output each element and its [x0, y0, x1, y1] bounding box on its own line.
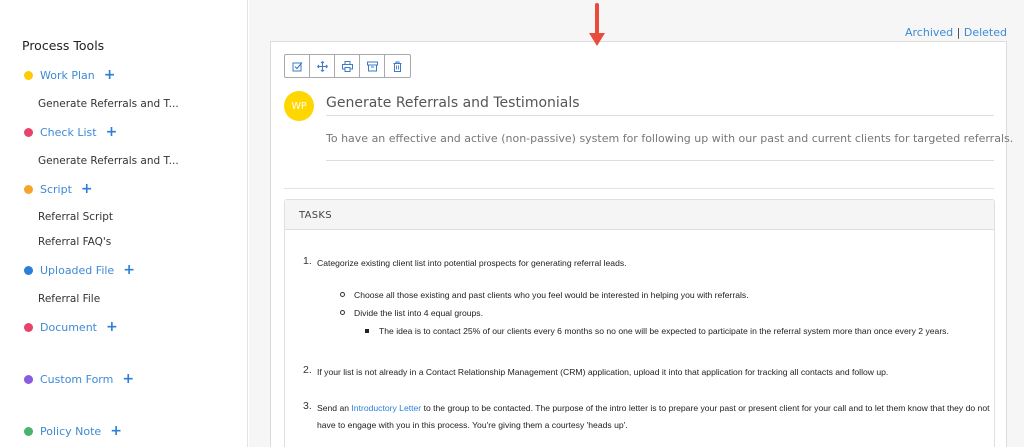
tool-document[interactable]: Document + — [24, 320, 118, 334]
add-script-icon[interactable]: + — [81, 182, 93, 196]
add-custom-form-icon[interactable]: + — [122, 372, 134, 386]
link-separator: | — [956, 26, 961, 39]
policy-note-dot-icon — [24, 427, 33, 436]
task-text-after: to the group to be contacted. The purpos… — [423, 403, 990, 413]
tool-label[interactable]: Custom Form — [40, 373, 113, 386]
work-plan-dot-icon — [24, 71, 33, 80]
bullet-circle-icon — [340, 310, 345, 315]
tasks-header: TASKS — [285, 200, 994, 230]
tool-label[interactable]: Work Plan — [40, 69, 95, 82]
add-document-icon[interactable]: + — [106, 320, 118, 334]
archived-link[interactable]: Archived — [905, 26, 953, 39]
check-list-dot-icon — [24, 128, 33, 137]
tool-uploaded-file[interactable]: Uploaded File + — [24, 263, 135, 277]
tool-script[interactable]: Script + — [24, 182, 93, 196]
card-toolbar — [284, 54, 411, 78]
tool-custom-form[interactable]: Custom Form + — [24, 372, 134, 386]
sidebar-subitem[interactable]: Referral Script — [38, 211, 113, 223]
subtask-text: Divide the list into 4 equal groups. — [354, 308, 483, 318]
work-plan-card: WP Generate Referrals and Testimonials T… — [270, 41, 1013, 447]
sidebar-subitem[interactable]: Referral File — [38, 293, 100, 305]
uploaded-file-dot-icon — [24, 266, 33, 275]
red-arrow-icon — [589, 3, 605, 46]
archive-links: Archived | Deleted — [905, 26, 1007, 39]
edit-button[interactable] — [285, 55, 310, 77]
introductory-letter-link[interactable]: Introductory Letter — [351, 403, 421, 413]
task-text: Send an Introductory Letter to the group… — [317, 403, 990, 413]
avatar: WP — [284, 91, 314, 121]
main-content: Archived | Deleted WP Generate Referrals… — [249, 0, 1024, 447]
bullet-square-icon — [365, 329, 369, 333]
divider — [284, 188, 994, 189]
task-number: 2. — [303, 364, 312, 376]
print-button[interactable] — [335, 55, 360, 77]
document-dot-icon — [24, 323, 33, 332]
tool-work-plan[interactable]: Work Plan + — [24, 68, 116, 82]
task-text-before: Send an — [317, 403, 350, 413]
tasks-panel: TASKS 1. Categorize existing client list… — [284, 199, 995, 447]
tool-label[interactable]: Policy Note — [40, 425, 101, 438]
move-button[interactable] — [310, 55, 335, 77]
bullet-circle-icon — [340, 292, 345, 297]
add-uploaded-file-icon[interactable]: + — [123, 263, 135, 277]
tool-label[interactable]: Uploaded File — [40, 264, 114, 277]
work-plan-title: Generate Referrals and Testimonials — [326, 95, 580, 111]
task-text: If your list is not already in a Contact… — [317, 367, 889, 377]
sidebar-subitem[interactable]: Generate Referrals and T... — [38, 155, 179, 167]
custom-form-dot-icon — [24, 375, 33, 384]
add-work-plan-icon[interactable]: + — [104, 68, 116, 82]
subtask-text: Choose all those existing and past clien… — [354, 290, 749, 300]
task-text: Categorize existing client list into pot… — [317, 258, 627, 268]
archive-button[interactable] — [360, 55, 385, 77]
deleted-link[interactable]: Deleted — [964, 26, 1007, 39]
task-text: have to engage with you in this process.… — [317, 420, 628, 430]
trash-icon — [393, 61, 402, 72]
script-dot-icon — [24, 185, 33, 194]
sidebar-subitem[interactable]: Generate Referrals and T... — [38, 98, 179, 110]
edit-icon — [292, 61, 302, 71]
print-icon — [341, 60, 353, 72]
tool-label[interactable]: Check List — [40, 126, 97, 139]
tool-label[interactable]: Document — [40, 321, 97, 334]
delete-button[interactable] — [385, 55, 410, 77]
subtask-text: The idea is to contact 25% of our client… — [379, 326, 949, 336]
sidebar-title: Process Tools — [22, 38, 105, 53]
sidebar: Process Tools Work Plan + Generate Refer… — [0, 0, 248, 447]
move-icon — [316, 60, 328, 72]
archive-icon — [366, 61, 378, 71]
divider — [326, 115, 994, 116]
task-number: 1. — [303, 255, 312, 267]
tool-label[interactable]: Script — [40, 183, 72, 196]
sidebar-subitem[interactable]: Referral FAQ's — [38, 236, 111, 248]
tool-policy-note[interactable]: Policy Note + — [24, 424, 122, 438]
divider — [326, 160, 994, 161]
add-check-list-icon[interactable]: + — [106, 125, 118, 139]
tool-check-list[interactable]: Check List + — [24, 125, 118, 139]
add-policy-note-icon[interactable]: + — [110, 424, 122, 438]
work-plan-description: To have an effective and active (non-pas… — [326, 132, 1014, 145]
task-number: 3. — [303, 400, 312, 412]
